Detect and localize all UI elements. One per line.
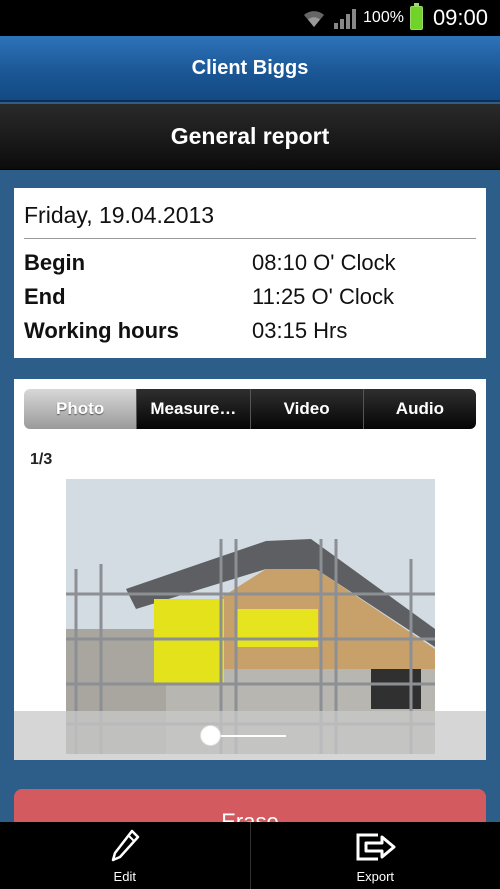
status-clock: 09:00 [432, 5, 488, 30]
tab-measure[interactable]: Measure… [137, 389, 251, 429]
media-card: Photo Measure… Video Audio 1/3 [14, 379, 486, 760]
slider-track[interactable] [210, 735, 286, 737]
report-title: General report [170, 123, 330, 149]
info-row-begin: Begin 08:10 O' Clock [24, 250, 476, 284]
edit-label: Edit [113, 869, 136, 884]
row-value: 03:15 Hrs [252, 318, 348, 343]
info-row-end: End 11:25 O' Clock [24, 284, 476, 318]
row-label: Working hours [24, 318, 179, 343]
tab-photo[interactable]: Photo [24, 389, 138, 429]
battery-icon [409, 3, 423, 30]
export-label: Export [356, 869, 395, 884]
status-bar: 100% 09:00 [0, 0, 500, 36]
report-header: General report [0, 104, 500, 170]
report-info-card: Friday, 19.04.2013 Begin 08:10 O' Clock … [14, 188, 486, 358]
row-label: Begin [24, 250, 86, 275]
row-value: 08:10 O' Clock [252, 250, 396, 275]
export-icon [356, 833, 396, 861]
signal-icon [334, 9, 357, 29]
export-button[interactable]: Export [251, 822, 500, 889]
photo-slider-bar [14, 711, 486, 760]
divider [24, 238, 476, 239]
battery-percent: 100% [363, 9, 404, 26]
app-title-bar: Client Biggs [0, 36, 500, 102]
page-title: Client Biggs [191, 56, 309, 79]
wifi-icon [304, 11, 325, 27]
info-row-working-hours: Working hours 03:15 Hrs [24, 318, 476, 352]
edit-button[interactable]: Edit [0, 822, 251, 889]
pencil-icon [111, 829, 139, 862]
media-tabs: Photo Measure… Video Audio [24, 389, 476, 429]
tab-audio[interactable]: Audio [363, 389, 476, 429]
photo-counter: 1/3 [30, 451, 53, 468]
row-label: End [24, 284, 66, 309]
report-date: Friday, 19.04.2013 [24, 202, 215, 228]
bottom-action-bar: Edit Export [0, 822, 500, 889]
row-value: 11:25 O' Clock [252, 284, 394, 309]
tab-video[interactable]: Video [250, 389, 364, 429]
slider-thumb[interactable] [200, 725, 221, 746]
